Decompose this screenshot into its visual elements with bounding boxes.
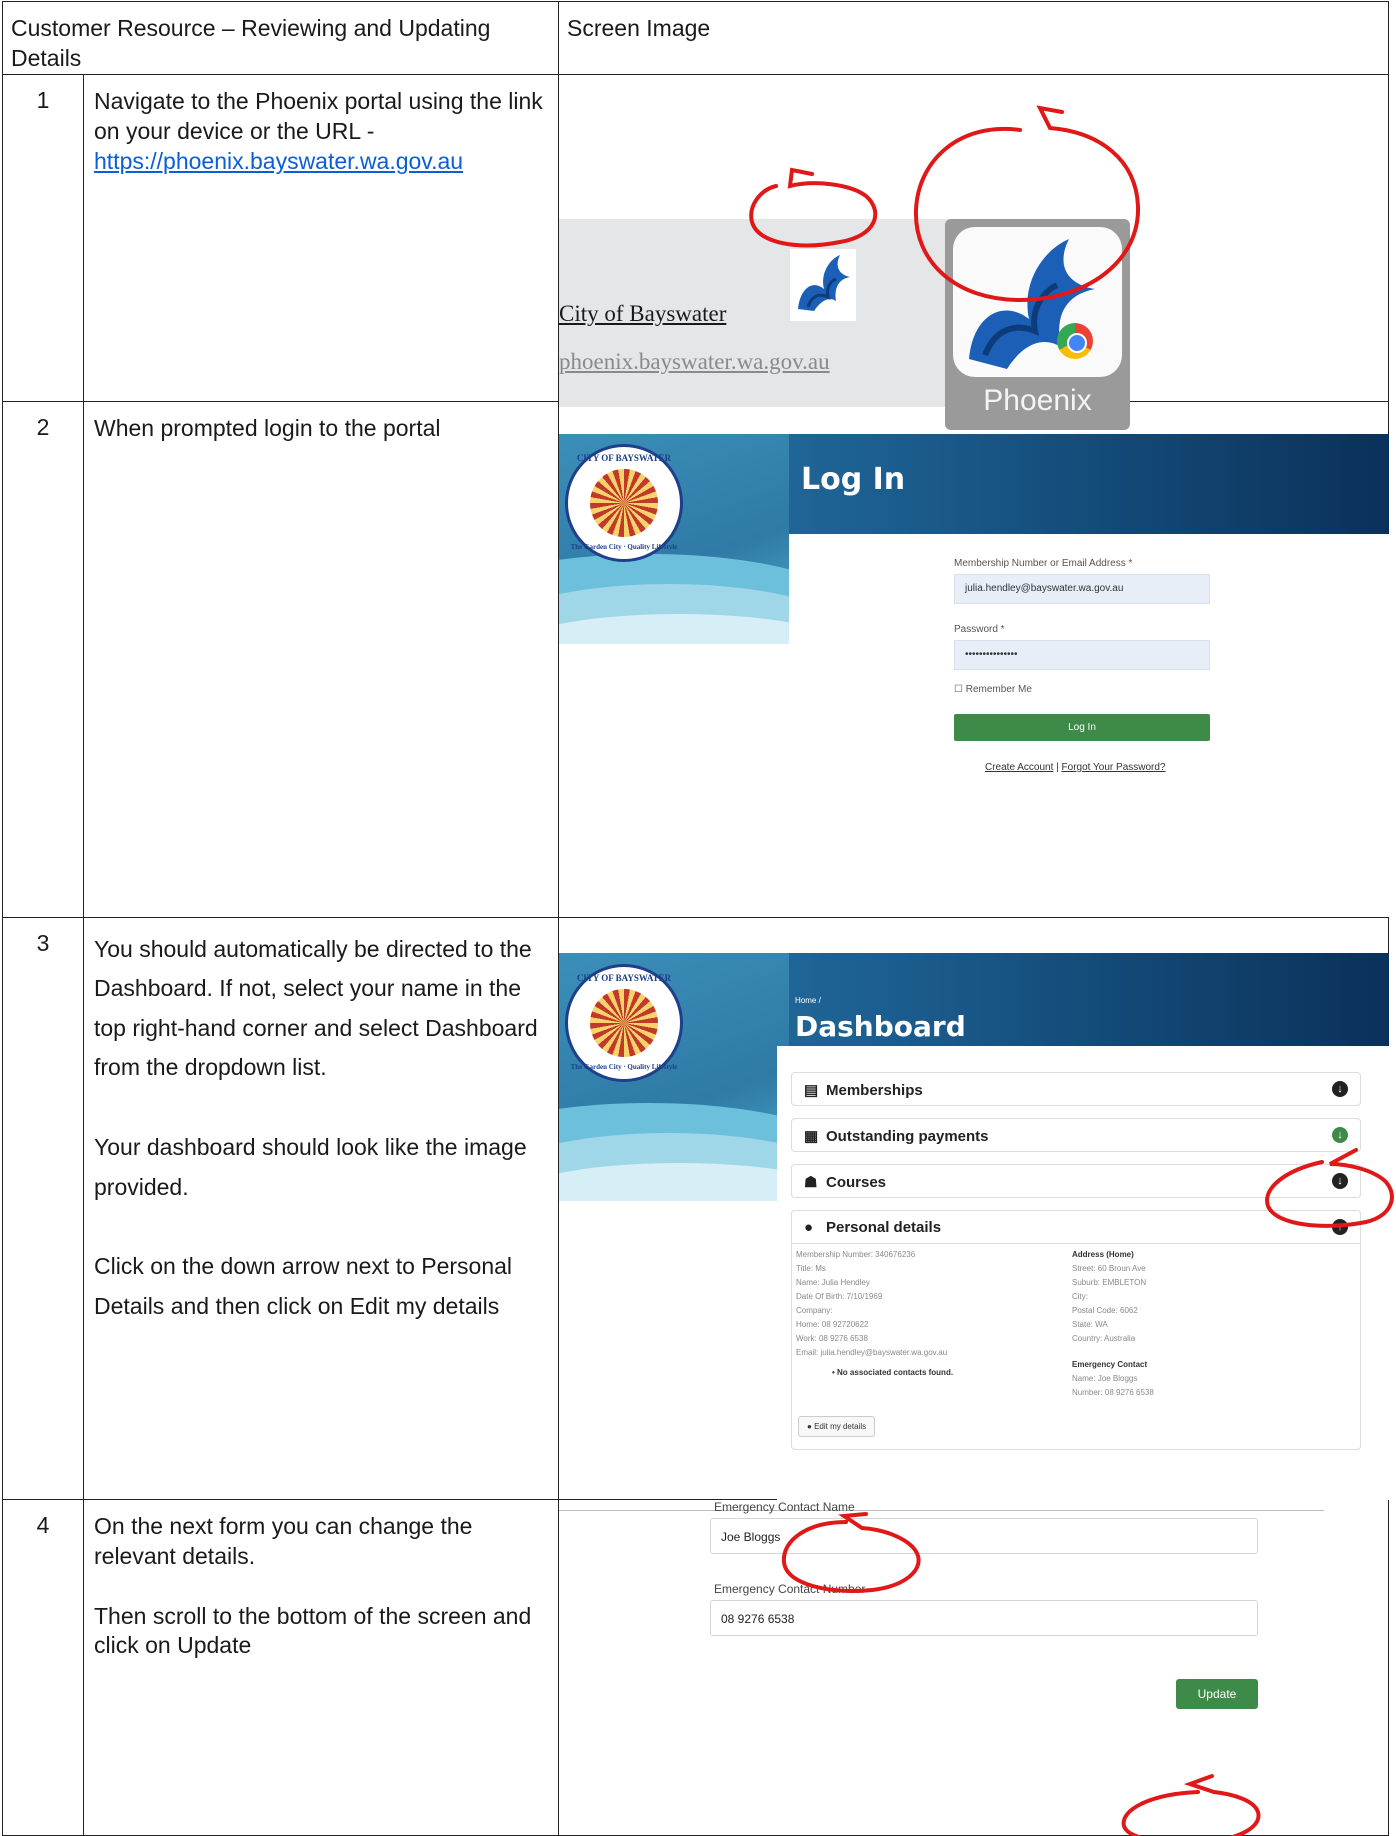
crest-motto: The Garden City · Quality Lifestyle: [570, 542, 678, 551]
accordion-courses[interactable]: ☗ Courses ↓: [791, 1163, 1361, 1198]
password-label: Password *: [954, 623, 1005, 635]
chrome-icon: [1057, 322, 1093, 359]
step-3-text-1: You should automatically be directed to …: [94, 935, 538, 1081]
screen-image-cell: CITY OF BAYSWATER The Garden City · Qual…: [558, 400, 1389, 918]
emergency-name-label: Emergency Contact Name: [714, 1499, 855, 1514]
phoenix-favicon-icon: [790, 248, 856, 321]
crest-motto: The Garden City · Quality Lifestyle: [570, 1062, 678, 1071]
accordion-memberships[interactable]: ▤ Memberships ↓: [791, 1071, 1361, 1106]
emergency-number: Number: 08 9276 6538: [1072, 1387, 1154, 1397]
portal-link[interactable]: https://phoenix.bayswater.wa.gov.au: [94, 148, 463, 174]
detail-line: Work: 08 9276 6538: [796, 1333, 868, 1343]
detail-line: Membership Number: 340676236: [796, 1249, 916, 1259]
wave: [559, 613, 789, 644]
city-crest-logo: CITY OF BAYSWATER The Garden City · Qual…: [565, 963, 683, 1082]
table-header-right: Screen Image: [558, 1, 1389, 75]
step-3-text-2: Your dashboard should look like the imag…: [94, 1133, 527, 1200]
detail-line: City:: [1072, 1291, 1088, 1301]
forgot-password-link[interactable]: Forgot Your Password?: [1062, 762, 1166, 773]
breadcrumb[interactable]: Home /: [795, 996, 821, 1005]
dashboard-panel: ▤ Memberships ↓ ▦ Outstanding payments ↓ ☗…: [777, 1045, 1389, 1500]
page-title: Dashboard: [795, 1009, 966, 1043]
personal-details-body: Membership Number: 340676236 Title: Ms N…: [791, 1243, 1361, 1450]
step-4-text-2: Then scroll to the bottom of the screen …: [94, 1602, 532, 1659]
crest-emblem: [590, 988, 658, 1057]
emergency-number-input[interactable]: 08 9276 6538: [710, 1599, 1258, 1636]
table-header-left: Customer Resource – Reviewing and Updati…: [2, 1, 559, 75]
screen-image-cell: City of Bayswater phoenix.bayswater.wa.g…: [558, 73, 1389, 430]
detail-line: Suburb: EMBLETON: [1072, 1277, 1147, 1287]
detail-line: Title: Ms: [796, 1263, 826, 1273]
no-contacts-note: • No associated contacts found.: [832, 1367, 954, 1377]
screen-image-cell: CITY OF BAYSWATER The Garden City · Qual…: [558, 916, 1389, 1500]
accordion-label: Personal details: [826, 1218, 942, 1236]
arrow-down-icon[interactable]: ↓: [1332, 1080, 1348, 1097]
password-field[interactable]: •••••••••••••••: [954, 639, 1210, 670]
accordion-personal-details[interactable]: ● Personal details ↑: [791, 1209, 1361, 1244]
detail-line: Email: julia.hendley@bayswater.wa.gov.au: [796, 1347, 948, 1357]
accordion-outstanding-payments[interactable]: ▦ Outstanding payments ↓: [791, 1117, 1361, 1152]
user-icon: ●: [807, 1421, 812, 1431]
people-icon: ☗: [804, 1173, 818, 1191]
step-instruction: When prompted login to the portal: [83, 400, 559, 918]
phoenix-app-icon[interactable]: Phoenix: [945, 218, 1130, 430]
id-card-icon: ▤: [804, 1081, 819, 1099]
edit-my-details-button[interactable]: ● Edit my details: [798, 1415, 876, 1437]
login-title: Log In: [801, 461, 906, 497]
wave: [559, 1162, 789, 1201]
accordion-label: Memberships: [826, 1081, 923, 1099]
step-number: 4: [2, 1498, 84, 1836]
step-number: 2: [2, 400, 84, 918]
email-field[interactable]: julia.hendley@bayswater.wa.gov.au: [954, 573, 1210, 604]
step-instruction: Navigate to the Phoenix portal using the…: [83, 73, 559, 402]
step-number: 1: [2, 73, 84, 402]
detail-line: Street: 60 Broun Ave: [1072, 1263, 1146, 1273]
detail-line: State: WA: [1072, 1319, 1108, 1329]
step-1-text: Navigate to the Phoenix portal using the…: [94, 87, 543, 144]
detail-line: Company:: [796, 1305, 833, 1315]
update-button[interactable]: Update: [1176, 1678, 1258, 1709]
emergency-heading: Emergency Contact: [1072, 1359, 1148, 1369]
city-crest-logo: CITY OF BAYSWATER The Garden City · Qual…: [565, 443, 683, 562]
remember-me[interactable]: ☐ Remember Me: [954, 684, 1032, 695]
address-heading: Address (Home): [1072, 1249, 1134, 1259]
detail-line: Name: Julia Hendley: [796, 1277, 870, 1287]
arrow-down-icon[interactable]: ↓: [1332, 1172, 1348, 1189]
detail-line: Country: Australia: [1072, 1333, 1136, 1343]
instruction-table: Customer Resource – Reviewing and Updati…: [2, 1, 1389, 1836]
step-3-text-3: Click on the down arrow next to Personal…: [94, 1253, 513, 1319]
crest-emblem: [590, 468, 658, 537]
screenshot-edge: [559, 1509, 1324, 1511]
emergency-name: Name: Joe Bloggs: [1072, 1373, 1138, 1383]
arrow-down-icon[interactable]: ↓: [1332, 1126, 1348, 1143]
login-form-panel: Membership Number or Email Address * jul…: [789, 533, 1389, 917]
accordion-label: Courses: [826, 1173, 887, 1191]
detail-line: Postal Code: 6062: [1072, 1305, 1138, 1315]
login-button[interactable]: Log In: [954, 713, 1210, 741]
login-links: Create Account | Forgot Your Password?: [985, 762, 1166, 773]
create-account-link[interactable]: Create Account: [985, 762, 1053, 773]
user-icon: ●: [804, 1218, 814, 1236]
emergency-number-label: Emergency Contact Number: [714, 1581, 866, 1596]
step-4-text-1: On the next form you can change the rele…: [94, 1512, 473, 1569]
no-contacts-text: No associated contacts found.: [837, 1367, 954, 1377]
emergency-name-input[interactable]: Joe Bloggs: [710, 1517, 1258, 1554]
step-instruction: On the next form you can change the rele…: [83, 1498, 559, 1836]
crest-text: CITY OF BAYSWATER: [576, 972, 672, 983]
step-instruction: You should automatically be directed to …: [83, 916, 559, 1500]
bookmark-title[interactable]: City of Bayswater: [559, 301, 726, 327]
receipt-icon: ▦: [804, 1127, 819, 1145]
email-label: Membership Number or Email Address *: [954, 557, 1133, 569]
detail-line: Date Of Birth: 7/10/1969: [796, 1291, 883, 1301]
step-number: 3: [2, 916, 84, 1500]
arrow-up-icon[interactable]: ↑: [1332, 1218, 1348, 1235]
remember-label: Remember Me: [965, 683, 1032, 695]
bookmark-url[interactable]: phoenix.bayswater.wa.gov.au: [559, 349, 830, 375]
edit-button-label: Edit my details: [814, 1421, 867, 1431]
screen-image-cell: Emergency Contact Name Joe Bloggs Emerge…: [558, 1498, 1389, 1836]
crest-text: CITY OF BAYSWATER: [576, 452, 672, 463]
detail-line: Home: 08 92720622: [796, 1319, 869, 1329]
accordion-label: Outstanding payments: [826, 1127, 989, 1145]
link-separator: |: [1056, 761, 1059, 773]
